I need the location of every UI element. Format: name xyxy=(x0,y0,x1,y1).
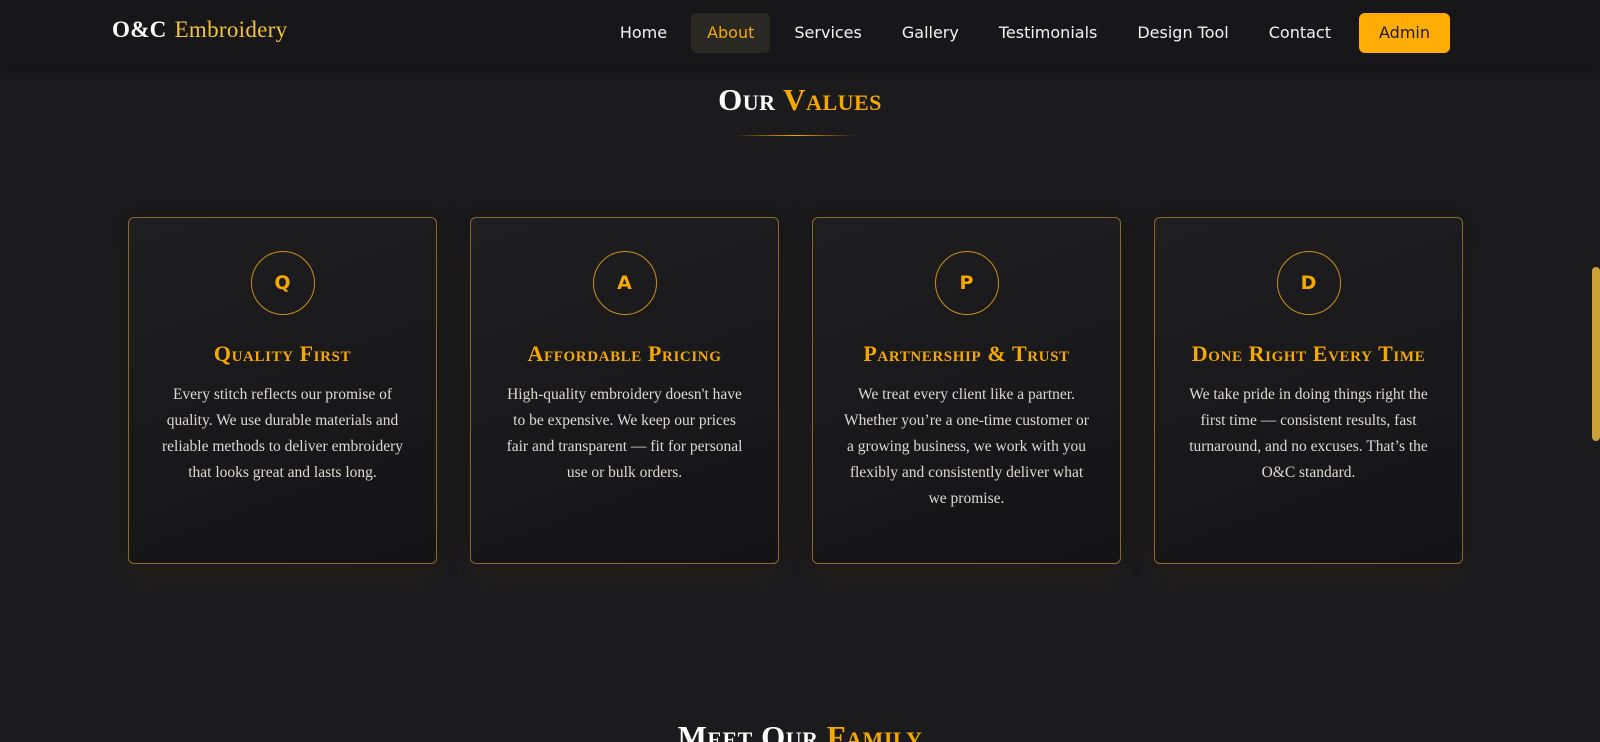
value-card-text: Every stitch reflects our promise of qua… xyxy=(161,386,404,481)
quality-badge-icon: Q xyxy=(250,251,315,315)
nav-gallery[interactable]: Gallery xyxy=(886,13,975,53)
value-card-title: Done Right Every Time xyxy=(1191,341,1426,366)
nav-about[interactable]: About xyxy=(691,13,771,53)
value-card-title: Quality First xyxy=(213,341,352,366)
family-title-part2: Family xyxy=(826,719,923,742)
values-section-title: Our Values xyxy=(0,82,1600,118)
value-card-partnership: P Partnership & Trust We treat every cli… xyxy=(812,217,1121,564)
scrollbar-thumb[interactable] xyxy=(1592,267,1600,441)
done-right-badge-icon: D xyxy=(1276,251,1341,315)
value-card-quality: Q Quality First Every stitch reflects ou… xyxy=(128,217,437,564)
value-card-done-right: D Done Right Every Time We take pride in… xyxy=(1154,217,1463,564)
nav-home[interactable]: Home xyxy=(604,13,683,53)
value-card-pricing: A Affordable Pricing High-quality embroi… xyxy=(470,217,779,564)
value-card-title: Affordable Pricing xyxy=(527,341,722,366)
pricing-badge-icon: A xyxy=(592,251,657,315)
brand-main: O&C xyxy=(112,17,167,42)
nav-testimonials[interactable]: Testimonials xyxy=(983,13,1114,53)
value-card-text: High-quality embroidery doesn't have to … xyxy=(506,386,743,481)
nav-services[interactable]: Services xyxy=(778,13,877,53)
brand-logo[interactable]: O&C Embroidery xyxy=(112,17,287,43)
values-title-part2: Values xyxy=(783,82,882,117)
values-title-part1: Our xyxy=(718,82,776,117)
nav-design-tool[interactable]: Design Tool xyxy=(1121,13,1244,53)
family-title-part1: Meet Our xyxy=(677,719,819,742)
page-scrollbar[interactable] xyxy=(1592,0,1600,742)
partnership-badge-icon: P xyxy=(934,251,999,315)
value-card-text: We treat every client like a partner. Wh… xyxy=(844,386,1089,507)
nav-contact[interactable]: Contact xyxy=(1253,13,1347,53)
brand-accent: Embroidery xyxy=(174,17,288,42)
title-divider xyxy=(735,135,855,136)
value-card-title: Partnership & Trust xyxy=(863,341,1070,366)
main-menu: Home About Services Gallery Testimonials… xyxy=(604,13,1450,53)
top-navbar: O&C Embroidery Home About Services Galler… xyxy=(0,0,1600,66)
value-card-text: We take pride in doing things right the … xyxy=(1189,386,1428,481)
admin-button[interactable]: Admin xyxy=(1359,13,1450,53)
family-section-title: Meet Our Family xyxy=(0,719,1600,742)
values-cards: Q Quality First Every stitch reflects ou… xyxy=(128,217,1463,564)
